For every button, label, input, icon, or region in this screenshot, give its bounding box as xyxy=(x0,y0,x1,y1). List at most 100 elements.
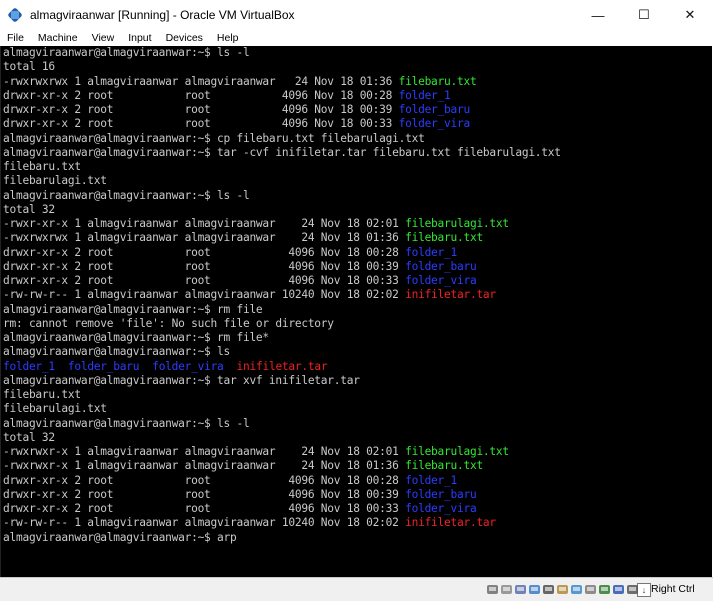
menu-bar: File Machine View Input Devices Help xyxy=(0,30,713,46)
menu-machine[interactable]: Machine xyxy=(31,32,85,44)
terminal-text: drwxr-xr-x 2 root root 4096 Nov 18 00:33 xyxy=(3,117,399,131)
audio-icon[interactable] xyxy=(514,582,527,596)
usb-icon[interactable] xyxy=(542,582,555,596)
terminal-text: filebarulagi.txt xyxy=(405,217,509,230)
terminal-text: -rwxrwxrwx 1 almagviraanwar almagviraanw… xyxy=(3,74,399,88)
terminal-text: folder_vira xyxy=(405,274,477,287)
terminal-text: almagviraanwar@almagviraanwar:~$ rm file xyxy=(3,302,263,316)
terminal-text: almagviraanwar@almagviraanwar:~$ ls -l xyxy=(3,416,250,430)
terminal-text: filebarulagi.txt xyxy=(3,402,107,416)
terminal-line: drwxr-xr-x 2 root root 4096 Nov 18 00:28… xyxy=(3,246,457,260)
terminal-screen[interactable]: almagviraanwar@almagviraanwar:~$ ls -l to… xyxy=(0,46,712,577)
terminal-line: total 32 xyxy=(3,203,55,217)
terminal-text: total 16 xyxy=(3,60,55,74)
terminal-text: almagviraanwar@almagviraanwar:~$ ls -l xyxy=(3,46,250,59)
terminal-line: -rwxrwxrwx 1 almagviraanwar almagviraanw… xyxy=(3,231,483,245)
menu-help[interactable]: Help xyxy=(210,32,246,44)
terminal-line: filebaru.txt xyxy=(3,160,81,174)
terminal-line: total 32 xyxy=(3,431,55,445)
host-key-arrow-icon: ↓ xyxy=(637,583,651,597)
terminal-line: -rw-rw-r-- 1 almagviraanwar almagviraanw… xyxy=(3,516,496,530)
terminal-text: drwxr-xr-x 2 root root 4096 Nov 18 00:39 xyxy=(3,487,406,501)
menu-view[interactable]: View xyxy=(85,32,122,44)
status-bar: ↓ Right Ctrl xyxy=(0,577,713,601)
terminal-text: folder_1 xyxy=(405,473,457,487)
terminal-line: rm: cannot remove 'file': No such file o… xyxy=(3,317,334,331)
terminal-text: total 32 xyxy=(3,430,55,444)
menu-input[interactable]: Input xyxy=(121,32,158,44)
terminal-text: almagviraanwar@almagviraanwar:~$ tar xvf… xyxy=(3,373,360,387)
terminal-text: filebaru.txt xyxy=(398,74,477,88)
terminal-line: almagviraanwar@almagviraanwar:~$ tar -cv… xyxy=(3,146,561,160)
terminal-text: folder_baru xyxy=(405,259,477,273)
display-icon[interactable] xyxy=(570,582,583,596)
terminal-text: rm: cannot remove 'file': No such file o… xyxy=(3,316,334,330)
network-icon[interactable] xyxy=(528,582,541,596)
terminal-text: drwxr-xr-x 2 root root 4096 Nov 18 00:28 xyxy=(3,245,406,259)
terminal-text: folder_vira xyxy=(152,359,224,373)
terminal-text: filebarulagi.txt xyxy=(405,445,509,458)
terminal-text: filebaru.txt xyxy=(3,388,81,401)
menu-file[interactable]: File xyxy=(0,32,31,44)
terminal-line: almagviraanwar@almagviraanwar:~$ ls -l xyxy=(3,188,250,203)
terminal-line: almagviraanwar@almagviraanwar:~$ ls -l xyxy=(3,416,250,431)
terminal-text: -rw-rw-r-- 1 almagviraanwar almagviraanw… xyxy=(3,288,406,302)
hard-disk-icon[interactable] xyxy=(486,582,499,596)
terminal-line: -rw-rw-r-- 1 almagviraanwar almagviraanw… xyxy=(3,288,496,302)
terminal-text: inifiletar.tar xyxy=(405,516,496,530)
terminal-line: almagviraanwar@almagviraanwar:~$ ls -l xyxy=(3,46,250,60)
terminal-text: filebarulagi.txt xyxy=(3,174,107,188)
terminal-line: drwxr-xr-x 2 root root 4096 Nov 18 00:28… xyxy=(3,89,451,103)
host-key-label: Right Ctrl xyxy=(651,583,695,595)
minimize-button[interactable]: — xyxy=(575,0,621,30)
video-capture-icon[interactable] xyxy=(584,582,597,596)
shared-folder-icon[interactable] xyxy=(556,582,569,596)
terminal-text: -rwxr-xr-x 1 almagviraanwar almagviraanw… xyxy=(3,217,406,230)
terminal-text: drwxr-xr-x 2 root root 4096 Nov 18 00:39 xyxy=(3,103,399,116)
terminal-line: filebarulagi.txt xyxy=(3,174,107,188)
terminal-line: -rwxr-xr-x 1 almagviraanwar almagviraanw… xyxy=(3,217,509,231)
terminal-text: folder_baru xyxy=(67,359,140,373)
terminal-line: drwxr-xr-x 2 root root 4096 Nov 18 00:33… xyxy=(3,502,477,516)
terminal-line: drwxr-xr-x 2 root root 4096 Nov 18 00:33… xyxy=(3,117,470,131)
terminal-text: almagviraanwar@almagviraanwar:~$ ls -l xyxy=(3,188,250,202)
keyboard-icon[interactable] xyxy=(626,582,639,596)
maximize-button[interactable]: ☐ xyxy=(621,0,667,30)
terminal-line: -rwxrwxrwx 1 almagviraanwar almagviraanw… xyxy=(3,74,477,89)
terminal-text: -rwxrwxr-x 1 almagviraanwar almagviraanw… xyxy=(3,445,406,458)
terminal-text: drwxr-xr-x 2 root root 4096 Nov 18 00:28 xyxy=(3,88,399,102)
terminal-text: -rwxrwxrwx 1 almagviraanwar almagviraanw… xyxy=(3,231,406,245)
terminal-text: total 32 xyxy=(3,202,55,216)
terminal-text: folder_1 xyxy=(3,359,55,373)
optical-drive-icon[interactable] xyxy=(500,582,513,596)
terminal-text: -rwxrwxr-x 1 almagviraanwar almagviraanw… xyxy=(3,459,406,473)
terminal-text: filebaru.txt xyxy=(3,160,81,173)
terminal-text: almagviraanwar@almagviraanwar:~$ tar -cv… xyxy=(3,145,561,159)
terminal-line: filebarulagi.txt xyxy=(3,402,107,416)
terminal-text: drwxr-xr-x 2 root root 4096 Nov 18 00:33 xyxy=(3,274,406,287)
terminal-line: almagviraanwar@almagviraanwar:~$ rm file xyxy=(3,302,263,317)
cpu-icon[interactable] xyxy=(612,582,625,596)
mouse-integration-icon[interactable] xyxy=(598,582,611,596)
terminal-line: almagviraanwar@almagviraanwar:~$ tar xvf… xyxy=(3,374,360,388)
terminal-text: filebaru.txt xyxy=(405,231,483,245)
terminal-line: total 16 xyxy=(3,60,55,74)
close-button[interactable]: ✕ xyxy=(667,0,713,30)
terminal-text: almagviraanwar@almagviraanwar:~$ arp xyxy=(3,530,237,544)
terminal-line: folder_1 folder_baru folder_vira inifile… xyxy=(3,359,328,374)
terminal-line: almagviraanwar@almagviraanwar:~$ ls xyxy=(3,345,230,359)
terminal-text: inifiletar.tar xyxy=(236,359,328,373)
window-title: almagviraanwar [Running] - Oracle VM Vir… xyxy=(30,8,295,22)
terminal-text: folder_baru xyxy=(405,487,477,501)
terminal-line: almagviraanwar@almagviraanwar:~$ rm file… xyxy=(3,331,269,345)
terminal-text: folder_1 xyxy=(405,245,457,259)
terminal-line: drwxr-xr-x 2 root root 4096 Nov 18 00:39… xyxy=(3,103,470,117)
terminal-line: drwxr-xr-x 2 root root 4096 Nov 18 00:28… xyxy=(3,474,457,488)
terminal-text: folder_vira xyxy=(398,117,471,131)
terminal-line: drwxr-xr-x 2 root root 4096 Nov 18 00:39… xyxy=(3,259,477,274)
terminal-text: filebaru.txt xyxy=(405,459,483,473)
menu-devices[interactable]: Devices xyxy=(159,32,210,44)
